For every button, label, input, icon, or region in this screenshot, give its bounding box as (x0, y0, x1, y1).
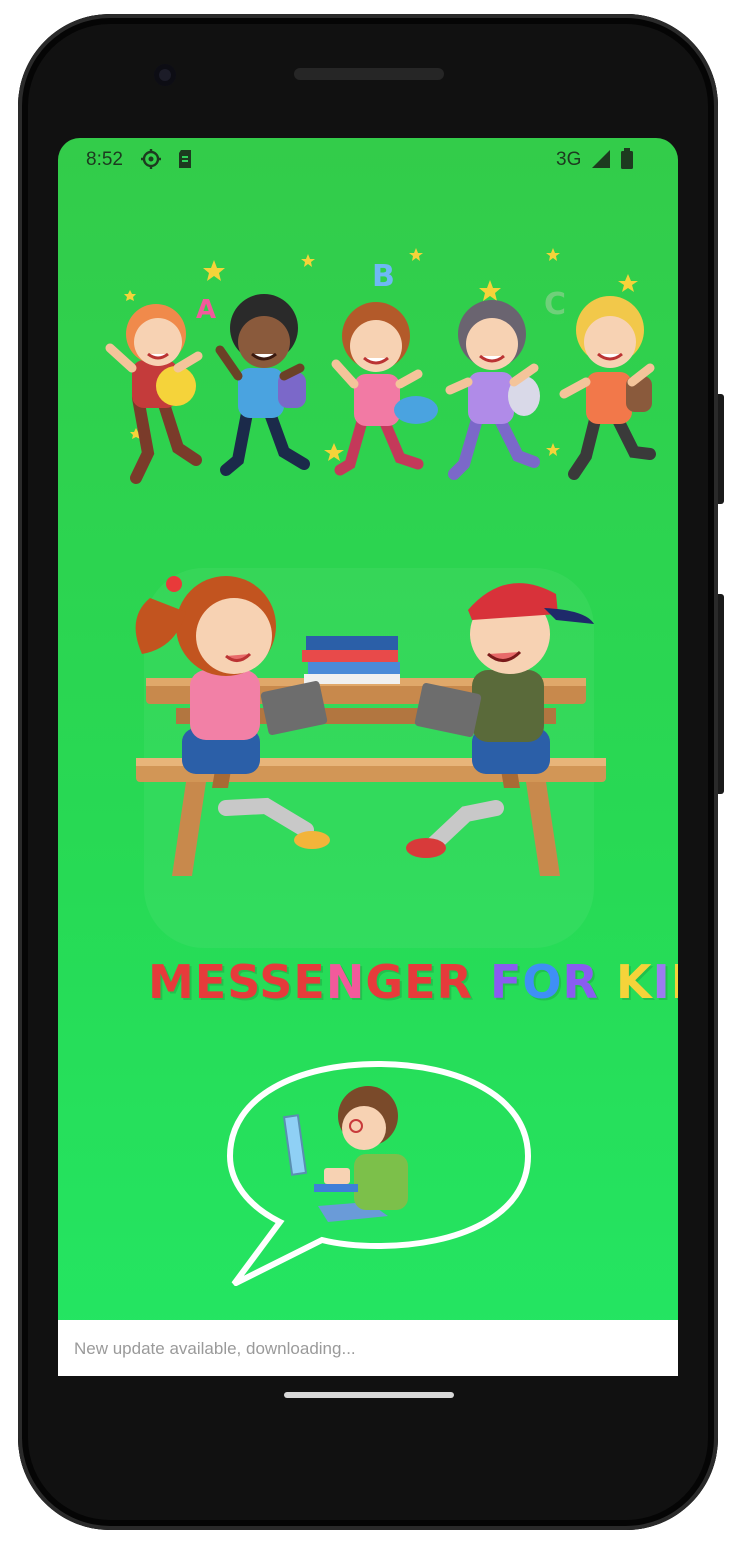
app-screen: 8:52 3G A B C MESSENGER FOR KI New updat… (58, 138, 678, 1376)
speech-bubble-logo (226, 1060, 532, 1286)
app-title: MESSENGER FOR KIDS (148, 955, 678, 1009)
snackbar-message: New update available, downloading... (74, 1339, 356, 1358)
status-time: 8:52 (86, 149, 123, 170)
phone-frame: 8:52 3G A B C MESSENGER FOR KI New updat… (18, 14, 724, 1530)
location-target-icon (140, 148, 162, 176)
network-type: 3G (556, 149, 582, 170)
title-part: GER (365, 955, 490, 1009)
status-bar: 8:52 3G (58, 138, 678, 180)
title-part: N (325, 955, 366, 1009)
svg-text:B: B (372, 259, 395, 294)
title-part: F (489, 955, 523, 1009)
battery-icon (620, 148, 634, 176)
title-part: MESSE (148, 955, 326, 1009)
title-part: O (522, 955, 563, 1009)
title-part: K (615, 955, 653, 1009)
sim-card-icon (176, 148, 194, 176)
title-part: I (652, 955, 671, 1009)
title-part: D (671, 955, 678, 1009)
svg-text:A: A (196, 295, 216, 325)
svg-text:C: C (544, 287, 566, 322)
kids-at-table-illustration (135, 576, 606, 876)
title-part: R (562, 955, 616, 1009)
signal-icon (590, 148, 612, 176)
volume-button (718, 394, 724, 504)
power-button (718, 594, 724, 794)
home-indicator[interactable] (284, 1392, 454, 1398)
front-camera (154, 64, 176, 86)
update-snackbar: New update available, downloading... (58, 1320, 678, 1376)
running-kids-illustration: A B C (105, 248, 656, 484)
earpiece-speaker (294, 68, 444, 80)
